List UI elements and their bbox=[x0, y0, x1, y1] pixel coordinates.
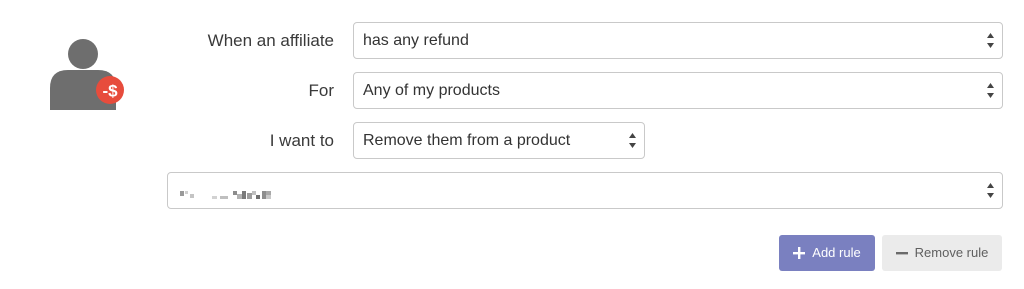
action-select-value: Remove them from a product bbox=[363, 132, 571, 149]
action-select[interactable]: Remove them from a product bbox=[353, 122, 645, 159]
scope-select[interactable]: Any of my products bbox=[353, 72, 1003, 109]
select-arrows-icon bbox=[986, 73, 995, 108]
trigger-select[interactable]: has any refund bbox=[353, 22, 1003, 59]
select-arrows-icon bbox=[628, 123, 637, 158]
select-arrows-icon bbox=[986, 23, 995, 58]
rule-editor: -$ When an affiliate has any refund For … bbox=[0, 0, 1024, 289]
remove-rule-label: Remove rule bbox=[914, 245, 989, 260]
action-label: I want to bbox=[269, 131, 334, 150]
select-arrows-icon bbox=[986, 173, 995, 208]
trigger-select-value: has any refund bbox=[363, 32, 469, 49]
plus-icon bbox=[793, 247, 806, 259]
scope-select-value: Any of my products bbox=[363, 82, 500, 99]
trigger-label: When an affiliate bbox=[207, 31, 334, 50]
add-rule-label: Add rule bbox=[812, 245, 861, 260]
product-select[interactable] bbox=[167, 172, 1003, 209]
affiliate-refund-icon: -$ bbox=[48, 36, 128, 116]
remove-rule-button[interactable]: Remove rule bbox=[882, 235, 1002, 271]
minus-icon bbox=[895, 247, 908, 259]
avatar-badge-text: -$ bbox=[102, 82, 118, 101]
scope-label: For bbox=[308, 81, 335, 100]
blurred-product-name bbox=[180, 182, 300, 199]
add-rule-button[interactable]: Add rule bbox=[779, 235, 875, 271]
